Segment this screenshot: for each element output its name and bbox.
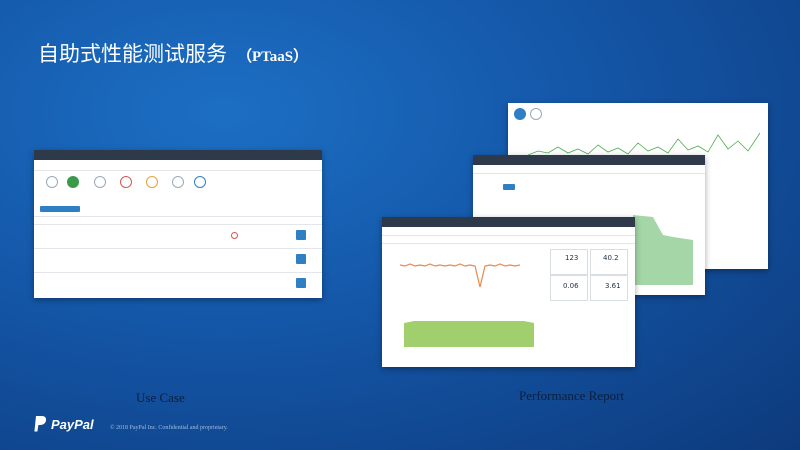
stat-box: 40.2 (590, 249, 628, 275)
divider (382, 235, 635, 236)
step-circle-icon (194, 176, 206, 188)
use-case-screenshot (34, 150, 322, 298)
stat-value: 0.06 (563, 282, 579, 290)
step-circle-icon (46, 176, 58, 188)
use-case-caption: Use Case (136, 390, 185, 405)
slide-title: 自助式性能测试服务 （PTaaS） (38, 38, 308, 68)
stat-box: 0.06 (550, 275, 588, 301)
divider (473, 173, 705, 174)
report-icon (530, 108, 542, 120)
use-case-navbar (34, 150, 322, 160)
step-circle-icon (172, 176, 184, 188)
performance-report-caption: Performance Report (519, 388, 625, 403)
slide: 自助式性能测试服务 （PTaaS） 123 40.2 0.06 3.61 Use… (0, 0, 800, 450)
latency-chart (633, 215, 693, 285)
report-navbar (473, 155, 705, 165)
report-icon (514, 108, 526, 120)
divider (34, 272, 322, 273)
step-circle-icon (146, 176, 158, 188)
throughput-area-chart (404, 321, 534, 347)
divider (34, 224, 322, 225)
status-icon (231, 232, 238, 239)
paypal-wordmark: PayPal (51, 416, 94, 432)
title-en: （PTaaS） (237, 49, 309, 65)
create-test-button[interactable] (40, 206, 80, 212)
edit-icon[interactable] (296, 278, 306, 288)
divider (34, 248, 322, 249)
tab-active[interactable] (503, 184, 515, 190)
divider (34, 216, 322, 217)
report-screenshot-front: 123 40.2 0.06 3.61 (382, 217, 635, 367)
paypal-logo-icon (34, 416, 47, 432)
stat-value: 3.61 (605, 282, 621, 290)
edit-icon[interactable] (296, 254, 306, 264)
divider (34, 170, 322, 171)
step-circle-icon (94, 176, 106, 188)
stat-value: 123 (565, 254, 579, 262)
divider (382, 243, 635, 244)
step-circle-icon (120, 176, 132, 188)
step-circle-icon (67, 176, 79, 188)
edit-icon[interactable] (296, 230, 306, 240)
stat-box: 123 (550, 249, 588, 275)
copyright-notice: © 2018 PayPal Inc. Confidential and prop… (110, 425, 228, 431)
report-navbar (382, 217, 635, 227)
stat-value: 40.2 (603, 254, 619, 262)
title-zh: 自助式性能测试服务 (38, 42, 227, 66)
response-time-chart (400, 263, 520, 288)
stat-box: 3.61 (590, 275, 628, 301)
paypal-logo: PayPal (33, 415, 94, 433)
